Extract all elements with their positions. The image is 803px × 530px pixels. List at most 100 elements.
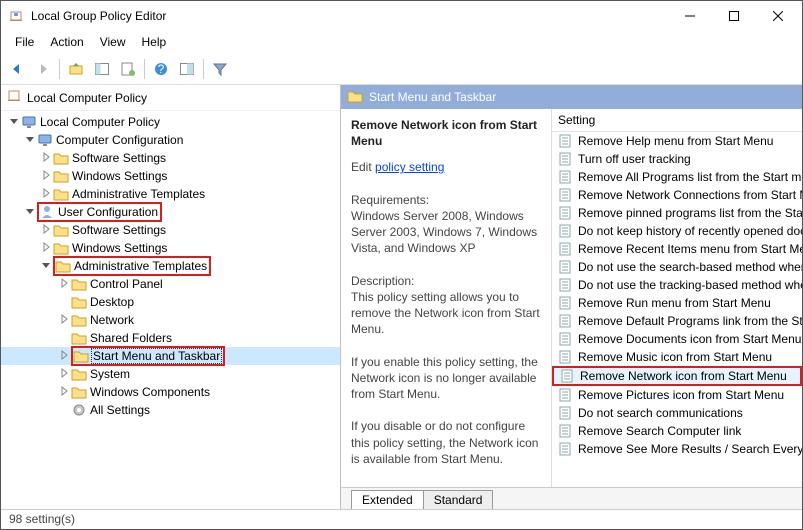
tree-node[interactable]: Administrative Templates <box>1 185 340 203</box>
setting-row[interactable]: Do not use the search-based method when <box>552 258 802 276</box>
setting-label: Do not keep history of recently opened d… <box>578 224 802 238</box>
setting-row[interactable]: Do not use the tracking-based method whe <box>552 276 802 294</box>
policy-icon <box>558 241 574 257</box>
setting-row[interactable]: Remove Default Programs link from the St… <box>552 312 802 330</box>
setting-row[interactable]: Remove Run menu from Start Menu <box>552 294 802 312</box>
monitor-icon <box>21 114 37 130</box>
expand-icon[interactable] <box>57 349 71 363</box>
forward-button[interactable] <box>31 57 55 81</box>
folder-icon <box>53 186 69 202</box>
expand-icon[interactable] <box>39 241 53 255</box>
edit-line: Edit policy setting <box>351 159 547 175</box>
expand-icon[interactable] <box>39 187 53 201</box>
menu-view[interactable]: View <box>92 33 134 51</box>
setting-label: Remove pinned programs list from the Sta <box>578 206 802 220</box>
collapse-icon[interactable] <box>7 115 21 129</box>
tree-node-label: Windows Settings <box>72 169 167 183</box>
content-header-label: Start Menu and Taskbar <box>369 90 496 104</box>
tree-node[interactable]: Windows Components <box>1 383 340 401</box>
setting-row[interactable]: Remove Search Computer link <box>552 422 802 440</box>
tree-node[interactable]: User Configuration <box>1 203 340 221</box>
tab-standard[interactable]: Standard <box>423 490 494 509</box>
menu-action[interactable]: Action <box>42 33 91 51</box>
folder-icon <box>347 88 363 107</box>
expand-icon[interactable] <box>39 223 53 237</box>
options-button[interactable] <box>175 57 199 81</box>
tree[interactable]: Local Computer PolicyComputer Configurat… <box>1 111 340 509</box>
collapse-icon[interactable] <box>23 133 37 147</box>
help-button[interactable]: ? <box>149 57 173 81</box>
tree-node[interactable]: Start Menu and Taskbar <box>1 347 340 365</box>
tree-node[interactable]: Windows Settings <box>1 167 340 185</box>
policy-icon <box>558 349 574 365</box>
expand-icon[interactable] <box>57 385 71 399</box>
setting-row[interactable]: Do not keep history of recently opened d… <box>552 222 802 240</box>
requirements-text: Windows Server 2008, Windows Server 2003… <box>351 208 547 257</box>
expand-icon[interactable] <box>57 277 71 291</box>
back-button[interactable] <box>5 57 29 81</box>
tree-node-label: Windows Settings <box>72 241 167 255</box>
edit-policy-link[interactable]: policy setting <box>375 160 444 174</box>
minimize-button[interactable] <box>668 2 712 30</box>
menu-help[interactable]: Help <box>134 33 175 51</box>
tree-node[interactable]: Local Computer Policy <box>1 113 340 131</box>
filter-button[interactable] <box>208 57 232 81</box>
tree-node[interactable]: Shared Folders <box>1 329 340 347</box>
folder-icon <box>55 258 71 274</box>
menu-file[interactable]: File <box>7 33 42 51</box>
expand-icon[interactable] <box>57 367 71 381</box>
properties-button[interactable] <box>116 57 140 81</box>
expand-icon[interactable] <box>57 313 71 327</box>
svg-text:?: ? <box>158 62 165 76</box>
setting-row[interactable]: Remove Music icon from Start Menu <box>552 348 802 366</box>
collapse-icon[interactable] <box>39 259 53 273</box>
policy-icon <box>558 205 574 221</box>
folder-icon <box>53 222 69 238</box>
setting-row[interactable]: Remove All Programs list from the Start … <box>552 168 802 186</box>
tree-header-label: Local Computer Policy <box>27 91 147 105</box>
setting-row[interactable]: Remove Recent Items menu from Start Men <box>552 240 802 258</box>
setting-row[interactable]: Remove See More Results / Search Everywh <box>552 440 802 458</box>
folder-icon <box>71 330 87 346</box>
tree-node[interactable]: Computer Configuration <box>1 131 340 149</box>
tree-node[interactable]: Software Settings <box>1 221 340 239</box>
folder-icon <box>71 366 87 382</box>
setting-row[interactable]: Do not search communications <box>552 404 802 422</box>
setting-label: Remove All Programs list from the Start … <box>578 170 802 184</box>
settings-column-header[interactable]: Setting <box>552 109 802 132</box>
detail-pane: Remove Network icon from Start Menu Edit… <box>341 109 551 487</box>
tree-node-label: Administrative Templates <box>74 259 207 273</box>
setting-label: Remove Pictures icon from Start Menu <box>578 388 784 402</box>
tree-node[interactable]: Control Panel <box>1 275 340 293</box>
close-button[interactable] <box>756 2 800 30</box>
setting-row[interactable]: Remove Pictures icon from Start Menu <box>552 386 802 404</box>
setting-row[interactable]: Remove Network icon from Start Menu <box>552 366 802 386</box>
setting-row[interactable]: Remove Help menu from Start Menu <box>552 132 802 150</box>
up-button[interactable] <box>64 57 88 81</box>
settings-rows[interactable]: Remove Help menu from Start Menu Turn off… <box>552 132 802 487</box>
tree-node[interactable]: Software Settings <box>1 149 340 167</box>
setting-row[interactable]: Remove Network Connections from Start M <box>552 186 802 204</box>
tab-extended[interactable]: Extended <box>351 490 424 509</box>
setting-row[interactable]: Turn off user tracking <box>552 150 802 168</box>
policy-icon <box>558 387 574 403</box>
setting-label: Remove See More Results / Search Everywh <box>578 442 802 456</box>
tree-header-icon <box>7 88 23 107</box>
show-hide-tree-button[interactable] <box>90 57 114 81</box>
tree-node[interactable]: Administrative Templates <box>1 257 340 275</box>
expand-icon[interactable] <box>39 169 53 183</box>
tree-node[interactable]: Network <box>1 311 340 329</box>
tree-node[interactable]: Desktop <box>1 293 340 311</box>
setting-row[interactable]: Remove pinned programs list from the Sta <box>552 204 802 222</box>
setting-row[interactable]: Remove Documents icon from Start Menu <box>552 330 802 348</box>
tree-node[interactable]: Windows Settings <box>1 239 340 257</box>
setting-label: Remove Help menu from Start Menu <box>578 134 773 148</box>
policy-icon <box>558 331 574 347</box>
collapse-icon[interactable] <box>23 205 37 219</box>
app-icon <box>9 8 25 24</box>
tree-node[interactable]: All Settings <box>1 401 340 419</box>
tree-node[interactable]: System <box>1 365 340 383</box>
expand-icon[interactable] <box>39 151 53 165</box>
maximize-button[interactable] <box>712 2 756 30</box>
tree-node-label: All Settings <box>90 403 150 417</box>
